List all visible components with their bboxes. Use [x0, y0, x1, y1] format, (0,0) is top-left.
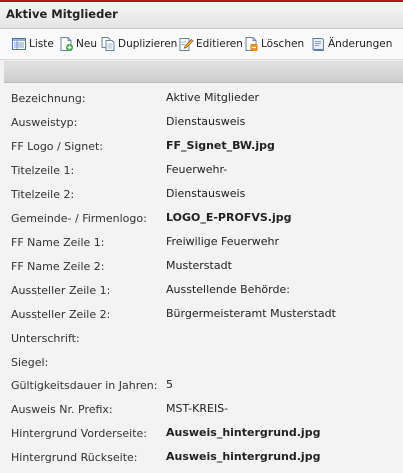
- field-row-hintergrund-vorderseite: Hintergrund Vorderseite: Ausweis_hinterg…: [0, 424, 403, 444]
- field-label: Siegel:: [11, 356, 49, 369]
- field-row-hintergrund-rueckseite: Hintergrund Rückseite: Ausweis_hintergru…: [0, 448, 403, 468]
- field-row-ff-name-1: FF Name Zeile 1: Freiwilige Feuerwehr: [0, 233, 403, 253]
- field-label: FF Name Zeile 1:: [11, 236, 105, 249]
- new-document-icon: [60, 37, 73, 51]
- history-book-icon: [312, 38, 324, 51]
- section-header-bar: [4, 61, 403, 83]
- field-label: Gemeinde- / Firmenlogo:: [11, 212, 147, 225]
- window-titlebar: Aktive Mitglieder: [0, 2, 403, 29]
- field-label: Aussteller Zeile 1:: [11, 284, 111, 297]
- delete-button-label: Löschen: [261, 38, 305, 50]
- field-label: Gültigkeitsdauer in Jahren:: [11, 379, 158, 392]
- edit-icon: [179, 38, 194, 51]
- window-title: Aktive Mitglieder: [6, 7, 118, 21]
- changes-button-label: Änderungen: [328, 38, 393, 50]
- field-row-siegel: Siegel:: [0, 353, 403, 373]
- field-label: Titelzeile 1:: [11, 164, 75, 177]
- delete-button[interactable]: Löschen: [243, 35, 304, 53]
- field-value: Musterstadt: [166, 259, 232, 272]
- field-value-file: FF_Signet_BW.jpg: [166, 139, 275, 152]
- field-label: Unterschrift:: [11, 332, 80, 345]
- list-button-label: Liste: [29, 38, 54, 50]
- field-label: Ausweis Nr. Prefix:: [11, 403, 113, 416]
- delete-icon: [245, 37, 258, 51]
- new-button-label: Neu: [76, 38, 97, 50]
- field-value-file: Ausweis_hintergrund.jpg: [166, 450, 321, 463]
- new-button[interactable]: Neu: [58, 35, 97, 53]
- field-value: Aktive Mitglieder: [166, 91, 260, 104]
- field-value-file: Ausweis_hintergrund.jpg: [166, 426, 321, 439]
- field-value: Feuerwehr-: [166, 163, 228, 176]
- field-value: Dienstausweis: [166, 187, 246, 200]
- duplicate-button-label: Duplizieren: [118, 38, 178, 50]
- duplicate-icon: [101, 37, 115, 51]
- duplicate-button[interactable]: Duplizieren: [100, 35, 177, 53]
- field-row-aussteller-1: Aussteller Zeile 1: Ausstellende Behörde…: [0, 281, 403, 301]
- field-label: Titelzeile 2:: [11, 188, 75, 201]
- field-row-titelzeile-1: Titelzeile 1: Feuerwehr-: [0, 161, 403, 181]
- field-value: Freiwilige Feuerwehr: [166, 235, 280, 248]
- field-row-titelzeile-2: Titelzeile 2: Dienstausweis: [0, 185, 403, 205]
- toolbar: Liste Neu Duplizieren Editieren Löschen …: [0, 29, 403, 60]
- field-value: Dienstausweis: [166, 115, 246, 128]
- edit-button[interactable]: Editieren: [178, 35, 243, 53]
- field-row-bezeichnung: Bezeichnung: Aktive Mitglieder: [0, 89, 403, 109]
- field-row-ff-logo: FF Logo / Signet: FF_Signet_BW.jpg: [0, 137, 403, 157]
- field-row-unterschrift: Unterschrift:: [0, 329, 403, 349]
- field-value: Bürgermeisteramt Musterstadt: [166, 307, 336, 320]
- field-label: FF Name Zeile 2:: [11, 260, 105, 273]
- edit-button-label: Editieren: [196, 38, 243, 50]
- field-row-gueltigkeitsdauer: Gültigkeitsdauer in Jahren: 5: [0, 376, 403, 396]
- field-row-ausweis-prefix: Ausweis Nr. Prefix: MST-KREIS-: [0, 400, 403, 420]
- field-value: 5: [166, 378, 173, 391]
- field-label: Aussteller Zeile 2:: [11, 308, 111, 321]
- field-row-aussteller-2: Aussteller Zeile 2: Bürgermeisteramt Mus…: [0, 305, 403, 325]
- field-value: MST-KREIS-: [166, 402, 229, 415]
- field-row-ausweistyp: Ausweistyp: Dienstausweis: [0, 113, 403, 133]
- list-button[interactable]: Liste: [11, 35, 54, 53]
- field-label: FF Logo / Signet:: [11, 140, 104, 153]
- field-row-ff-name-2: FF Name Zeile 2: Musterstadt: [0, 257, 403, 277]
- field-value: Ausstellende Behörde:: [166, 283, 290, 296]
- field-label: Bezeichnung:: [11, 92, 86, 105]
- field-label: Hintergrund Vorderseite:: [11, 427, 147, 440]
- field-value-file: LOGO_E-PROFVS.jpg: [166, 211, 292, 224]
- field-row-gemeindelogo: Gemeinde- / Firmenlogo: LOGO_E-PROFVS.jp…: [0, 209, 403, 229]
- field-label: Ausweistyp:: [11, 116, 78, 129]
- field-label: Hintergrund Rückseite:: [11, 451, 138, 464]
- changes-button[interactable]: Änderungen: [310, 35, 392, 53]
- list-icon: [12, 38, 26, 50]
